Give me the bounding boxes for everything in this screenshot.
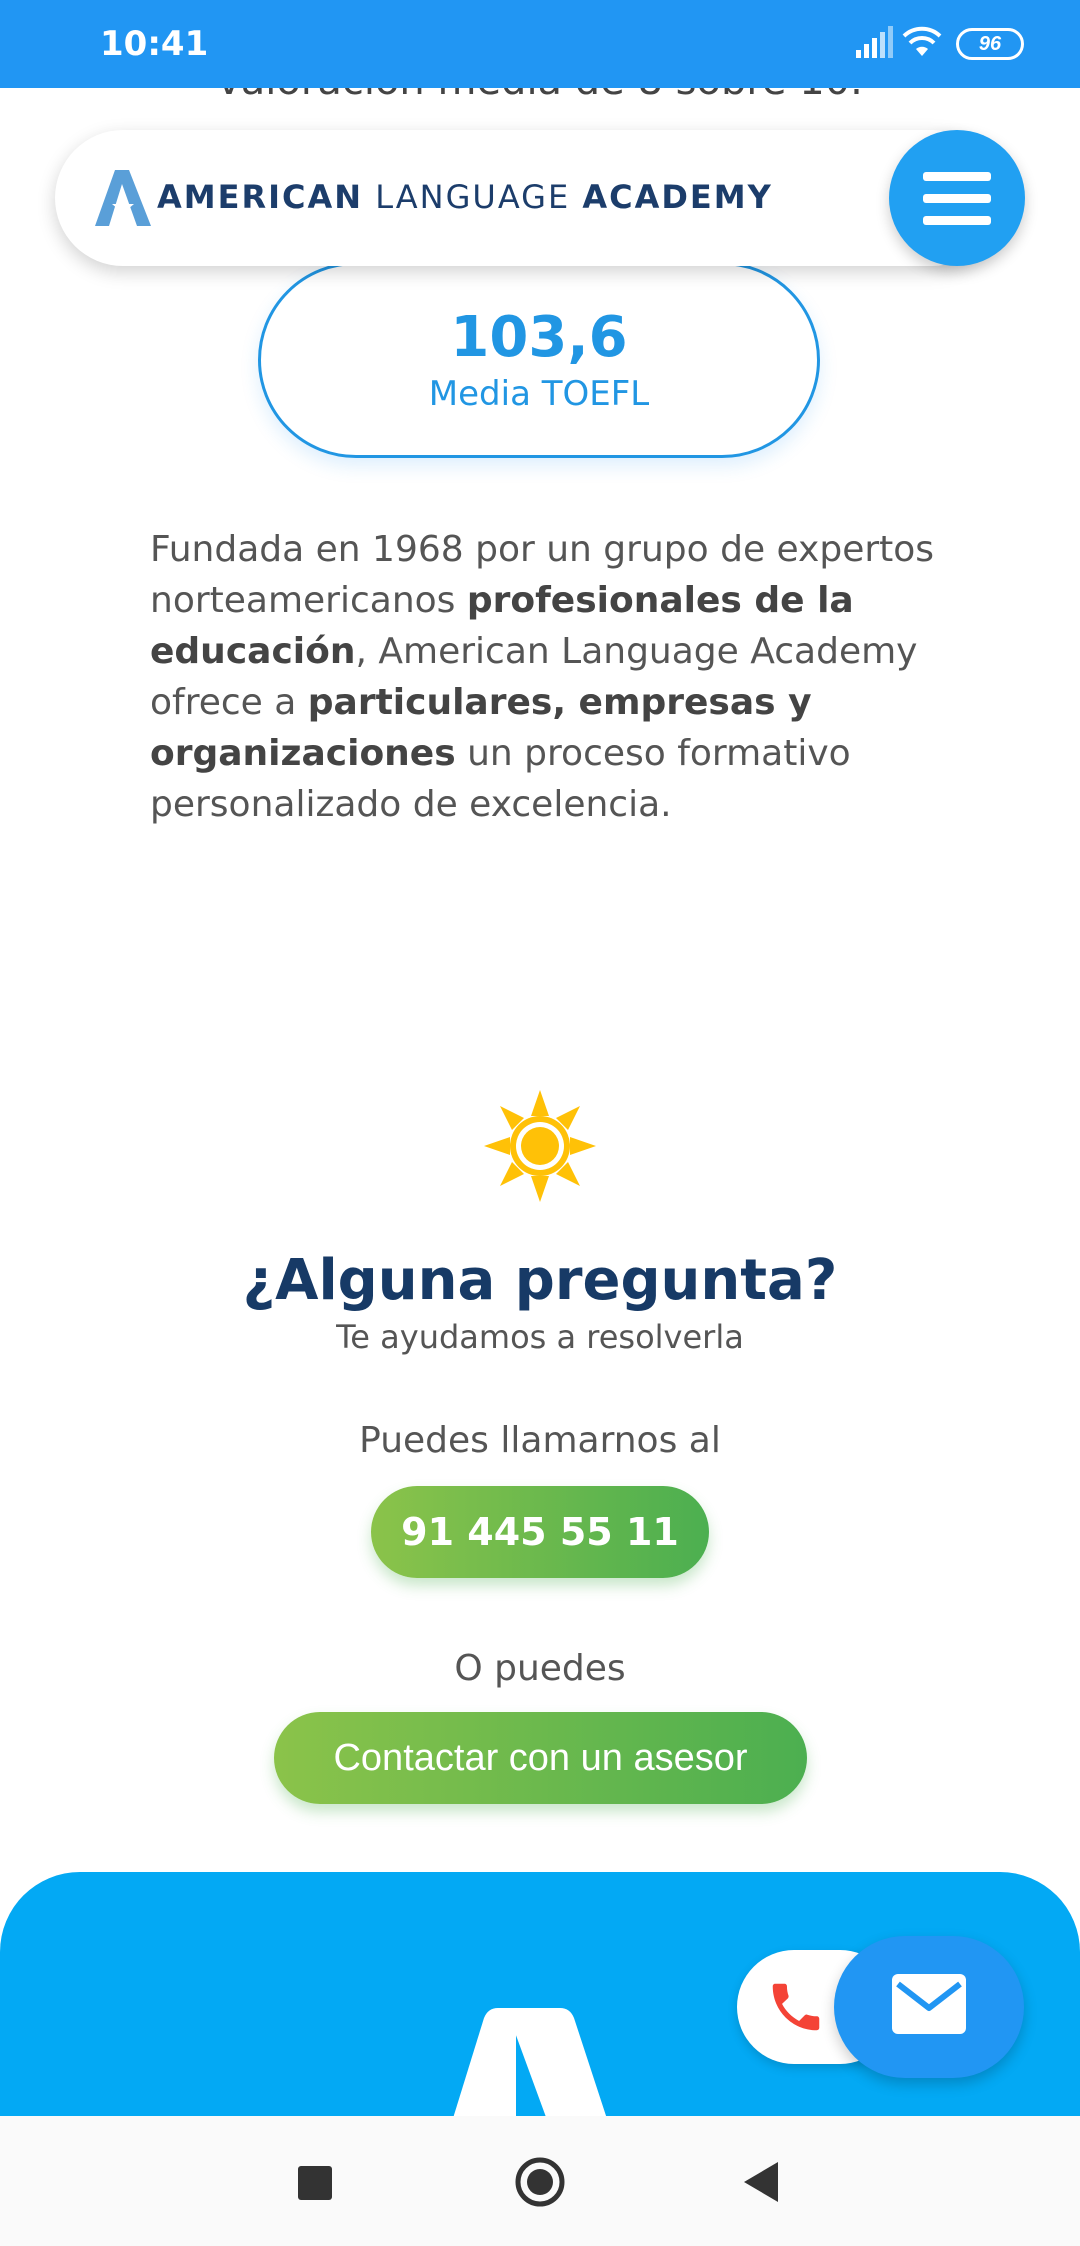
phone-number-button[interactable]: 91 445 55 11 [371, 1486, 709, 1578]
stat-label: Media TOEFL [428, 374, 650, 414]
question-subtitle: Te ayudamos a resolverla [336, 1318, 744, 1356]
mail-icon [892, 1974, 966, 2034]
nav-back-icon[interactable] [744, 2162, 778, 2202]
menu-button[interactable] [889, 130, 1025, 266]
contact-advisor-button[interactable]: Contactar con un asesor [274, 1712, 807, 1804]
ala-logo-icon [95, 170, 151, 226]
signal-icon [856, 26, 893, 58]
nav-stop-icon[interactable] [298, 2166, 332, 2200]
site-logo[interactable]: AMERICAN LANGUAGE ACADEMY [157, 178, 773, 216]
wifi-icon [902, 26, 942, 56]
stat-value: 103,6 [450, 305, 628, 370]
footer-logo-icon [451, 2008, 609, 2122]
android-nav-bar [0, 2116, 1080, 2246]
battery-icon: 96 [956, 28, 1024, 60]
battery-level: 96 [978, 33, 1002, 55]
or-prompt: O puedes [454, 1648, 626, 1689]
toefl-stat-card: 103,6 Media TOEFL [258, 262, 820, 458]
logo-word-american: AMERICAN [157, 178, 364, 216]
nav-home-icon[interactable] [514, 2156, 566, 2208]
float-mail-button[interactable] [834, 1936, 1024, 2078]
call-prompt: Puedes llamarnos al [359, 1420, 721, 1461]
sun-icon [484, 1090, 596, 1202]
logo-word-academy: ACADEMY [582, 178, 773, 216]
status-time: 10:41 [100, 24, 209, 64]
about-paragraph: Fundada en 1968 por un grupo de expertos… [150, 524, 950, 830]
logo-word-language: LANGUAGE [363, 178, 583, 216]
phone-icon [772, 1983, 820, 2031]
site-header: AMERICAN LANGUAGE ACADEMY [55, 130, 1000, 266]
status-bar: 10:41 96 [0, 0, 1080, 88]
question-title: ¿Alguna pregunta? [242, 1248, 838, 1313]
